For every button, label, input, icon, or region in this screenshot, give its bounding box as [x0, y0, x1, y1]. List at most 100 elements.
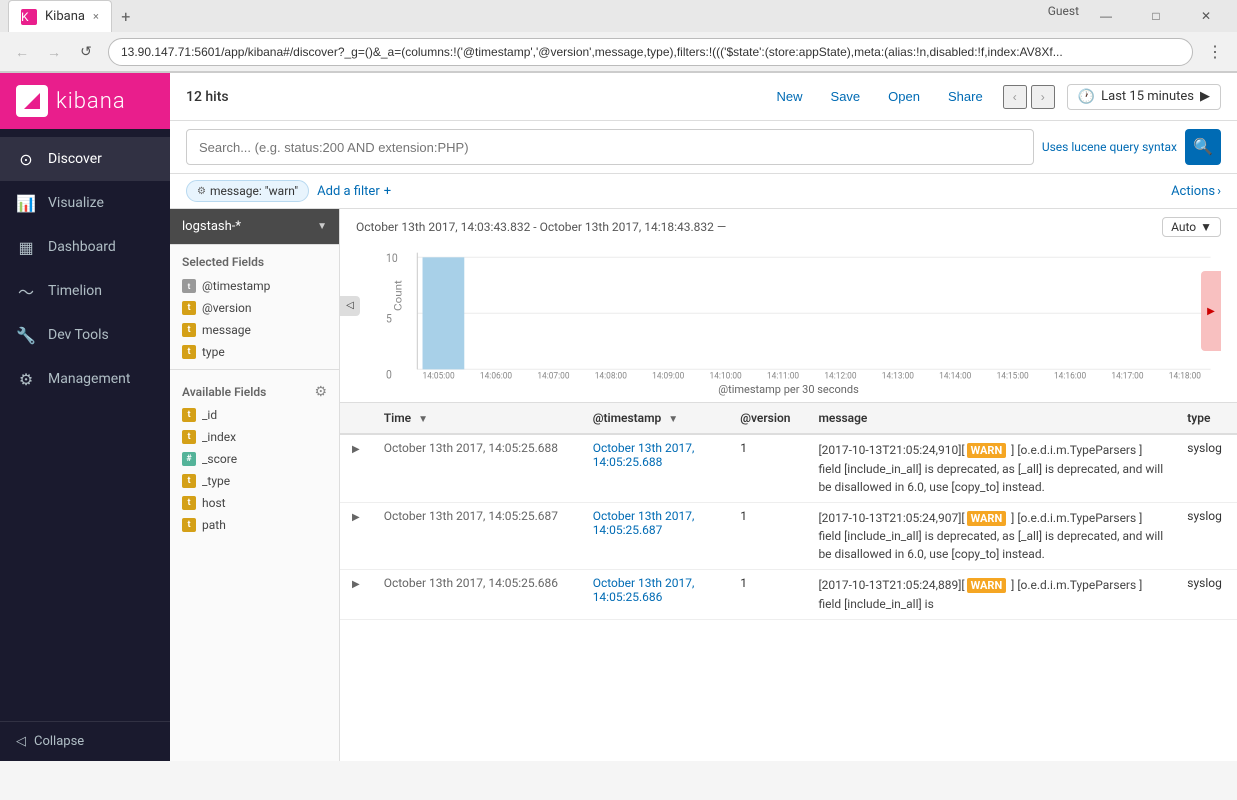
field-name-version: @version: [202, 301, 252, 315]
svg-text:0: 0: [386, 368, 392, 381]
chart-header: October 13th 2017, 14:03:43.832 - Octobe…: [356, 217, 1221, 237]
field-doctype[interactable]: t _type: [170, 470, 339, 492]
add-filter-icon: +: [384, 184, 391, 199]
kibana-logo: kibana: [0, 73, 170, 129]
sidebar-item-timelion[interactable]: 〜 Timelion: [0, 269, 170, 313]
expand-icon: ▶: [1200, 89, 1210, 104]
table-row: ▶ October 13th 2017, 14:05:25.688 Octobe…: [340, 434, 1237, 502]
col-timestamp[interactable]: @timestamp ▼: [581, 403, 729, 434]
col-version[interactable]: @version: [728, 403, 806, 434]
minimize-btn[interactable]: —: [1083, 4, 1129, 28]
field-id[interactable]: t _id: [170, 404, 339, 426]
time-next-btn[interactable]: ›: [1031, 85, 1055, 109]
top-bar-actions: New Save Open Share ‹ › 🕐 Last 15 minute…: [769, 84, 1221, 110]
chart-collapse-btn[interactable]: ◁: [340, 296, 360, 316]
field-version[interactable]: t @version: [170, 297, 339, 319]
expand-arrow-icon[interactable]: ▶: [352, 444, 360, 455]
field-timestamp[interactable]: t @timestamp: [170, 275, 339, 297]
index-pattern-label: logstash-*: [182, 219, 241, 234]
tab-close-btn[interactable]: ×: [93, 10, 99, 23]
sidebar-item-visualize[interactable]: 📊 Visualize: [0, 181, 170, 225]
col-message[interactable]: message: [806, 403, 1175, 434]
index-pattern[interactable]: logstash-* ▼: [170, 209, 339, 245]
expand-arrow-icon[interactable]: ▶: [352, 579, 360, 590]
search-btn[interactable]: 🔍: [1185, 129, 1221, 165]
field-name-path: path: [202, 518, 226, 532]
auto-select[interactable]: Auto ▼: [1162, 217, 1221, 237]
timelion-icon: 〜: [16, 281, 36, 301]
timestamp-cell: October 13th 2017, 14:05:25.686: [581, 570, 729, 620]
ts-sort-icon: ▼: [668, 414, 678, 425]
field-host[interactable]: t host: [170, 492, 339, 514]
clock-icon: 🕐: [1078, 89, 1095, 105]
time-nav: ‹ ›: [1003, 85, 1055, 109]
field-name-score: _score: [202, 452, 237, 466]
field-name-message: message: [202, 323, 251, 337]
field-type-item[interactable]: t type: [170, 341, 339, 363]
close-btn[interactable]: ✕: [1183, 4, 1229, 28]
field-type-t: t: [182, 301, 196, 315]
field-name-doctype: _type: [202, 474, 230, 488]
left-panel: logstash-* ▼ Selected Fields t @timestam…: [170, 209, 340, 761]
table-row: ▶ October 13th 2017, 14:05:25.687 Octobe…: [340, 502, 1237, 570]
message-cell: [2017-10-13T21:05:24,910][WARN ] [o.e.d.…: [806, 434, 1175, 502]
filter-bar: ⚙ message: "warn" Add a filter + Actions…: [170, 174, 1237, 209]
maximize-btn[interactable]: □: [1133, 4, 1179, 28]
svg-text:14:14:00: 14:14:00: [939, 371, 971, 381]
add-filter-btn[interactable]: Add a filter +: [317, 184, 391, 199]
sidebar-label-dashboard: Dashboard: [48, 239, 116, 255]
field-type-at: t: [182, 279, 196, 293]
expand-arrow-icon[interactable]: ▶: [352, 512, 360, 523]
search-input[interactable]: [186, 129, 1034, 165]
add-filter-label: Add a filter: [317, 184, 380, 199]
collapse-btn[interactable]: ◁ Collapse: [16, 734, 154, 749]
filter-gear-icon: ⚙: [197, 186, 206, 197]
actions-btn[interactable]: Actions ›: [1171, 184, 1221, 199]
message-cell: [2017-10-13T21:05:24,889][WARN ] [o.e.d.…: [806, 570, 1175, 620]
filter-pill[interactable]: ⚙ message: "warn": [186, 180, 309, 202]
svg-text:K: K: [21, 10, 29, 24]
col-time[interactable]: Time ▼: [372, 403, 581, 434]
back-btn[interactable]: ←: [8, 38, 36, 66]
lucene-hint[interactable]: Uses lucene query syntax: [1042, 140, 1177, 154]
field-name-id: _id: [202, 408, 217, 422]
new-tab-btn[interactable]: +: [112, 2, 140, 30]
field-message[interactable]: t message: [170, 319, 339, 341]
sidebar-item-devtools[interactable]: 🔧 Dev Tools: [0, 313, 170, 357]
time-picker[interactable]: 🕐 Last 15 minutes ▶: [1067, 84, 1221, 110]
expand-btn[interactable]: ▶: [340, 570, 372, 620]
field-name-host: host: [202, 496, 226, 510]
management-icon: ⚙: [16, 369, 36, 389]
sidebar-label-visualize: Visualize: [48, 195, 104, 211]
sidebar-item-management[interactable]: ⚙ Management: [0, 357, 170, 401]
expand-btn[interactable]: ▶: [340, 502, 372, 570]
col-type[interactable]: type: [1175, 403, 1237, 434]
title-bar-controls: Guest — □ ✕: [1048, 4, 1229, 28]
svg-text:14:07:00: 14:07:00: [537, 371, 569, 381]
reload-btn[interactable]: ↺: [72, 38, 100, 66]
field-type-type: t: [182, 345, 196, 359]
time-prev-btn[interactable]: ‹: [1003, 85, 1027, 109]
fields-gear-icon[interactable]: ⚙: [314, 384, 327, 400]
forward-btn[interactable]: →: [40, 38, 68, 66]
field-path[interactable]: t path: [170, 514, 339, 536]
expand-btn[interactable]: ▶: [340, 434, 372, 502]
svg-text:14:11:00: 14:11:00: [767, 371, 799, 381]
sidebar: kibana ⊙ Discover 📊 Visualize ▦ Dashboar…: [0, 73, 170, 761]
field-score[interactable]: # _score: [170, 448, 339, 470]
open-btn[interactable]: Open: [880, 85, 928, 108]
share-btn[interactable]: Share: [940, 85, 991, 108]
browser-menu-btn[interactable]: ⋮: [1201, 38, 1229, 66]
new-btn[interactable]: New: [769, 85, 811, 108]
sidebar-item-discover[interactable]: ⊙ Discover: [0, 137, 170, 181]
field-index[interactable]: t _index: [170, 426, 339, 448]
field-type-id: t: [182, 408, 196, 422]
browser-tab[interactable]: K Kibana ×: [8, 0, 112, 32]
field-type-message: t: [182, 323, 196, 337]
chart-expand-btn[interactable]: ▶: [1201, 271, 1221, 351]
available-fields-row: Available Fields ⚙: [170, 376, 339, 404]
save-btn[interactable]: Save: [823, 85, 869, 108]
col-expand: [340, 403, 372, 434]
url-bar[interactable]: [108, 38, 1193, 66]
sidebar-item-dashboard[interactable]: ▦ Dashboard: [0, 225, 170, 269]
